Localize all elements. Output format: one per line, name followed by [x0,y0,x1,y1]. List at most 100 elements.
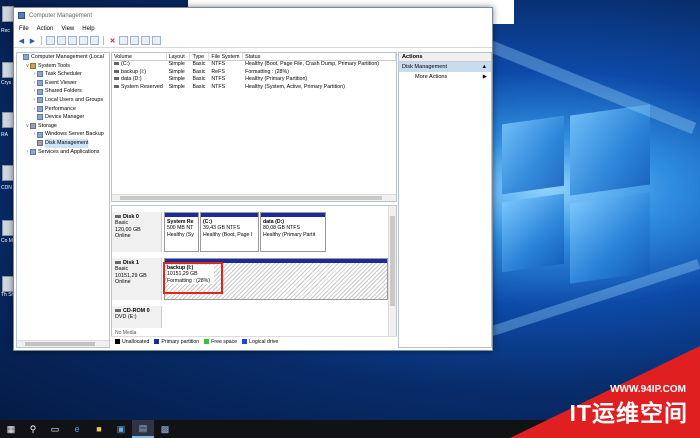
tree-item[interactable]: › Windows Server Backup [17,130,109,139]
partition-status: Healthy (Boot, Page I [203,231,253,238]
view-icon[interactable] [152,36,161,45]
tree-item[interactable]: › Event Viewer [17,79,109,88]
cdrom-row[interactable]: CD-ROM 0 DVD (E:) [112,306,389,328]
disk-name: CD-ROM 0 [123,308,150,314]
more-actions-item[interactable]: More Actions ▶ [399,72,491,82]
tree-item[interactable]: › Local Users and Groups [17,96,109,105]
tree-item-label: Disk Management [45,138,89,148]
table-row[interactable]: (C:) Simple Basic NTFS Healthy (Boot, Page F… [112,61,396,69]
event-icon [37,80,43,87]
partition-data-d[interactable]: data (D:) 80,08 GB NTFS Healthy (Primary… [260,212,326,252]
tree-item[interactable]: ∨ Storage [17,122,109,131]
tree-item[interactable]: › Shared Folders [17,87,109,96]
properties-icon[interactable] [68,36,77,45]
computer-icon [23,54,29,61]
edge-browser-icon[interactable]: e [66,420,88,438]
disk-icon [115,215,121,219]
search-icon[interactable]: ⚲ [22,420,44,438]
toolbox-icon [30,62,36,69]
actions-section-disk-management[interactable]: Disk Management ▲ [399,62,491,72]
cell-type: Basic [190,69,209,77]
menu-help[interactable]: Help [82,26,94,32]
volume-list: Volume Layout Type File System Status (C… [111,52,397,202]
computer-management-taskbar-icon[interactable]: ▤ [132,420,154,438]
cell-status: Healthy (System, Active, Primary Partiti… [243,84,396,92]
up-folder-icon[interactable] [46,36,55,45]
windows-logo-pane [502,193,564,273]
cell-type: Basic [190,61,209,69]
app-taskbar-icon[interactable]: ▩ [154,420,176,438]
disk-label[interactable]: CD-ROM 0 DVD (E:) [112,306,162,328]
scrollbar-thumb[interactable] [120,196,382,200]
new-icon[interactable] [141,36,150,45]
collapse-arrow-icon[interactable]: ▲ [481,62,487,72]
show-hide-tree-icon[interactable] [57,36,66,45]
server-manager-icon[interactable]: ▣ [110,420,132,438]
volume-icon [114,84,119,88]
menu-view[interactable]: View [61,26,74,32]
console-tree: Computer Management (Local ∨ System Tools ›… [16,52,110,348]
disk-label[interactable]: Disk 0 Basic 120,00 GB Online [112,212,162,252]
cell-file-system: ReFS [209,69,243,77]
disk-label[interactable]: Disk 1 Basic 10151,29 GB Online [112,258,162,300]
check-icon[interactable] [119,36,128,45]
toolbar: ◀ ▶ ✕ [14,34,492,48]
column-header-type[interactable]: Type [190,53,210,60]
cell-text: NTFS [211,61,226,67]
table-row[interactable]: backup (I:) Simple Basic ReFS Formatting : (… [112,69,396,77]
forward-arrow-icon[interactable]: ▶ [28,36,37,45]
disk-view-vertical-scrollbar[interactable] [388,206,396,337]
menu-action[interactable]: Action [37,26,54,32]
more-actions-label: More Actions [415,74,448,80]
column-header-layout[interactable]: Layout [167,53,191,60]
tree-item[interactable]: › Services and Applications [17,148,109,157]
tree-item[interactable]: Device Manager [17,113,109,122]
highlight-annotation-box [163,262,223,294]
cell-text: Healthy (System, Active, Primary Partiti… [245,83,345,90]
desktop-icon-label: Co M [1,238,13,244]
column-header-status[interactable]: Status [243,53,396,60]
tree-item-label: Windows Server Backup [45,131,104,138]
delete-icon[interactable]: ✕ [108,36,117,45]
cell-text: NTFS [211,76,226,83]
tree-item-label: Device Manager [45,114,85,121]
legend-swatch [204,338,210,344]
cdrom-icon [115,309,121,313]
search-icon[interactable] [130,36,139,45]
legend-free-space: Free space [204,339,237,345]
list-icon[interactable] [90,36,99,45]
desktop-icon-label: Rec [1,28,10,34]
table-row[interactable]: data (D:) Simple Basic NTFS Healthy (Primary… [112,76,396,84]
tree-item[interactable]: Computer Management (Local [17,53,109,62]
disk-row[interactable]: Disk 0 Basic 120,00 GB Online System Re … [112,212,389,252]
tree-item[interactable]: › Performance [17,105,109,114]
partition-system-reserved[interactable]: System Re 500 MB NT Healthy (Sy [164,212,199,252]
start-button[interactable]: ▦ [0,420,22,438]
toolbar-separator [103,36,104,45]
tree-item[interactable]: › Task Scheduler [17,70,109,79]
windows-logo-pane [502,115,564,195]
cell-text: ReFS [211,68,225,75]
file-explorer-icon[interactable]: ■ [88,420,110,438]
tree-item[interactable]: ∨ System Tools [17,62,109,71]
device-icon [37,114,43,121]
volume-list-horizontal-scrollbar[interactable] [112,194,396,201]
tree-item[interactable]: Disk Management [17,138,109,148]
task-view-icon[interactable]: ▭ [44,420,66,438]
table-row[interactable]: System Reserved Simple Basic NTFS Healthy (S… [112,84,396,92]
scrollbar-thumb[interactable] [25,342,95,346]
disk-state: Online [115,233,131,240]
column-header-volume[interactable]: Volume [112,53,167,60]
back-arrow-icon[interactable]: ◀ [17,36,26,45]
cell-status: Formatting : (28%) [243,69,396,77]
title-bar[interactable]: Computer Management [14,8,492,23]
disk-row[interactable]: Disk 1 Basic 10151,29 GB Online backup (… [112,258,389,300]
disk-management-pane: Volume Layout Type File System Status (C… [111,52,397,348]
column-header-file-system[interactable]: File System [209,53,244,60]
menu-file[interactable]: File [19,26,29,32]
scrollbar-thumb[interactable] [390,216,395,306]
partition-c[interactable]: (C:) 39,43 GB NTFS Healthy (Boot, Page I [200,212,259,252]
help-icon[interactable] [79,36,88,45]
cell-layout: Simple [167,69,191,77]
tree-horizontal-scrollbar[interactable] [17,340,109,347]
